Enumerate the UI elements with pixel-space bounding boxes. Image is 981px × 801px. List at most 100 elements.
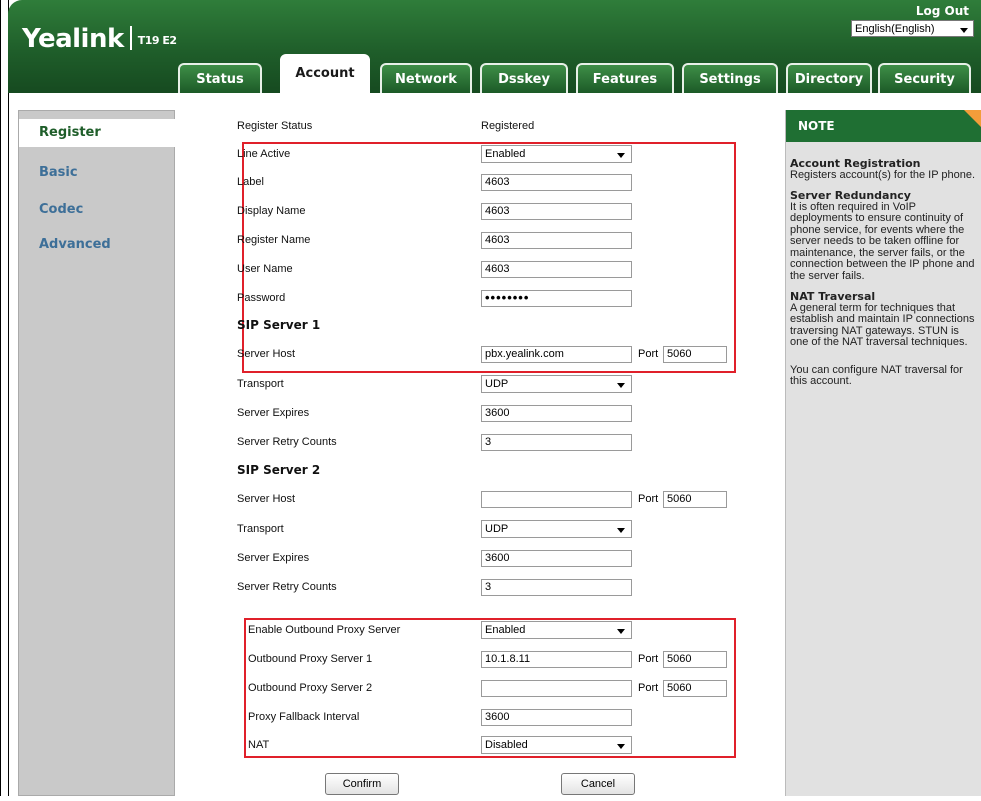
sip1-heading-row: SIP Server 1 — [175, 311, 785, 339]
outbound-proxy2-port-label: Port — [638, 682, 659, 694]
brand-logo: Yealink T19 E2 — [22, 24, 177, 54]
note-title: NOTE — [798, 119, 835, 133]
cancel-button[interactable]: Cancel — [561, 773, 635, 795]
sip2-transport-select[interactable]: UDP — [481, 520, 632, 538]
sip1-expires-label: Server Expires — [237, 407, 310, 419]
proxy-fallback-input[interactable]: 3600 — [481, 709, 632, 726]
note-body: Account Registration Registers account(s… — [790, 158, 976, 397]
nat-row: NAT Disabled — [175, 731, 785, 759]
sip1-expires-input[interactable]: 3600 — [481, 405, 632, 422]
note-text-account-registration: Registers account(s) for the IP phone. — [790, 168, 976, 181]
sip2-heading-row: SIP Server 2 — [175, 456, 785, 484]
sip2-retry-row: Server Retry Counts 3 — [175, 573, 785, 601]
sip1-transport-label: Transport — [237, 378, 284, 390]
sip1-host-input[interactable]: pbx.yealink.com — [481, 346, 632, 363]
sidebar-item-register[interactable]: Register — [19, 119, 175, 147]
form-buttons-row: Confirm Cancel — [175, 773, 785, 801]
confirm-button[interactable]: Confirm — [325, 773, 399, 795]
password-label: Password — [237, 292, 286, 304]
note-text-nat-config: You can configure NAT traversal for this… — [790, 363, 963, 387]
user-name-input[interactable]: 4603 — [481, 261, 632, 278]
line-active-select[interactable]: Enabled — [481, 145, 632, 163]
tab-features[interactable]: Features — [576, 63, 674, 93]
chevron-down-icon — [617, 153, 625, 158]
sip2-host-row: Server Host Port 5060 — [175, 485, 785, 513]
tab-status[interactable]: Status — [178, 63, 262, 93]
chevron-down-icon — [617, 744, 625, 749]
note-heading-server-redundancy: Server Redundancy — [790, 189, 911, 202]
logout-link[interactable]: Log Out — [916, 4, 969, 18]
sip2-host-input[interactable] — [481, 491, 632, 508]
outbound-enable-label: Enable Outbound Proxy Server — [248, 624, 401, 636]
display-name-input[interactable]: 4603 — [481, 203, 632, 220]
user-name-row: User Name 4603 — [175, 255, 785, 283]
sip1-port-input[interactable]: 5060 — [663, 346, 727, 363]
tab-settings[interactable]: Settings — [682, 63, 778, 93]
password-input[interactable]: •••••••• — [481, 290, 632, 307]
sip1-retry-label: Server Retry Counts — [237, 436, 337, 448]
proxy-fallback-label: Proxy Fallback Interval — [248, 711, 360, 723]
note-flag-icon — [964, 110, 981, 128]
tab-account[interactable]: Account — [280, 54, 370, 93]
sip2-transport-label: Transport — [237, 523, 284, 535]
outbound-proxy1-input[interactable]: 10.1.8.11 — [481, 651, 632, 668]
outbound-proxy2-input[interactable] — [481, 680, 632, 697]
register-status-value: Registered — [481, 120, 535, 132]
display-name-label: Display Name — [237, 205, 306, 217]
chevron-down-icon — [617, 383, 625, 388]
register-status-label: Register Status — [237, 120, 313, 132]
sip1-transport-select[interactable]: UDP — [481, 375, 632, 393]
chevron-down-icon — [960, 28, 968, 33]
outbound-enable-select[interactable]: Enabled — [481, 621, 632, 639]
outbound-proxy1-port-label: Port — [638, 653, 659, 665]
chevron-down-icon — [617, 528, 625, 533]
proxy-fallback-row: Proxy Fallback Interval 3600 — [175, 703, 785, 731]
register-name-input[interactable]: 4603 — [481, 232, 632, 249]
sip2-retry-label: Server Retry Counts — [237, 581, 337, 593]
sip2-port-input[interactable]: 5060 — [663, 491, 727, 508]
outbound-proxy1-port-input[interactable]: 5060 — [663, 651, 727, 668]
sip1-port-label: Port — [638, 348, 659, 360]
outbound-proxy2-port-input[interactable]: 5060 — [663, 680, 727, 697]
sidebar-item-basic[interactable]: Basic — [39, 165, 78, 180]
sip1-transport-row: Transport UDP — [175, 370, 785, 398]
sidebar-item-advanced[interactable]: Advanced — [39, 237, 111, 252]
chevron-down-icon — [617, 629, 625, 634]
tab-network[interactable]: Network — [380, 63, 472, 93]
display-name-row: Display Name 4603 — [175, 197, 785, 225]
sip1-host-label: Server Host — [237, 348, 296, 360]
note-panel: NOTE Account Registration Registers acco… — [785, 110, 981, 796]
label-row: Label 4603 — [175, 168, 785, 196]
nat-select[interactable]: Disabled — [481, 736, 632, 754]
sip2-expires-input[interactable]: 3600 — [481, 550, 632, 567]
outbound-proxy2-row: Outbound Proxy Server 2 Port 5060 — [175, 674, 785, 702]
tab-security[interactable]: Security — [878, 63, 971, 93]
sip-server-1-heading: SIP Server 1 — [237, 318, 321, 332]
outbound-proxy2-label: Outbound Proxy Server 2 — [248, 682, 373, 694]
sip2-transport-row: Transport UDP — [175, 515, 785, 543]
line-active-row: Line Active Enabled — [175, 140, 785, 168]
outbound-proxy1-row: Outbound Proxy Server 1 10.1.8.11 Port 5… — [175, 645, 785, 673]
register-form: Register Status Registered Line Active E… — [175, 110, 785, 796]
language-select[interactable]: English(English) — [851, 20, 974, 37]
sip2-expires-row: Server Expires 3600 — [175, 544, 785, 572]
label-input[interactable]: 4603 — [481, 174, 632, 191]
register-status-row: Register Status Registered — [175, 112, 785, 140]
nat-label: NAT — [248, 739, 270, 751]
password-row: Password •••••••• — [175, 284, 785, 312]
tab-directory[interactable]: Directory — [786, 63, 872, 93]
sip1-retry-input[interactable]: 3 — [481, 434, 632, 451]
outbound-enable-row: Enable Outbound Proxy Server Enabled — [175, 616, 785, 644]
top-header: Yealink T19 E2 Log Out English(English) S… — [8, 0, 981, 93]
note-text-server-redundancy: It is often required in VoIP deployments… — [790, 200, 975, 282]
sip2-host-label: Server Host — [237, 493, 296, 505]
note-heading-account-registration: Account Registration — [790, 157, 921, 170]
sip2-retry-input[interactable]: 3 — [481, 579, 632, 596]
register-name-label: Register Name — [237, 234, 311, 246]
sidebar-item-codec[interactable]: Codec — [39, 202, 83, 217]
sip-server-2-heading: SIP Server 2 — [237, 463, 321, 477]
note-header: NOTE — [786, 110, 981, 142]
tab-dsskey[interactable]: Dsskey — [480, 63, 568, 93]
note-heading-nat-traversal: NAT Traversal — [790, 290, 876, 303]
window-border-inner — [8, 0, 9, 796]
